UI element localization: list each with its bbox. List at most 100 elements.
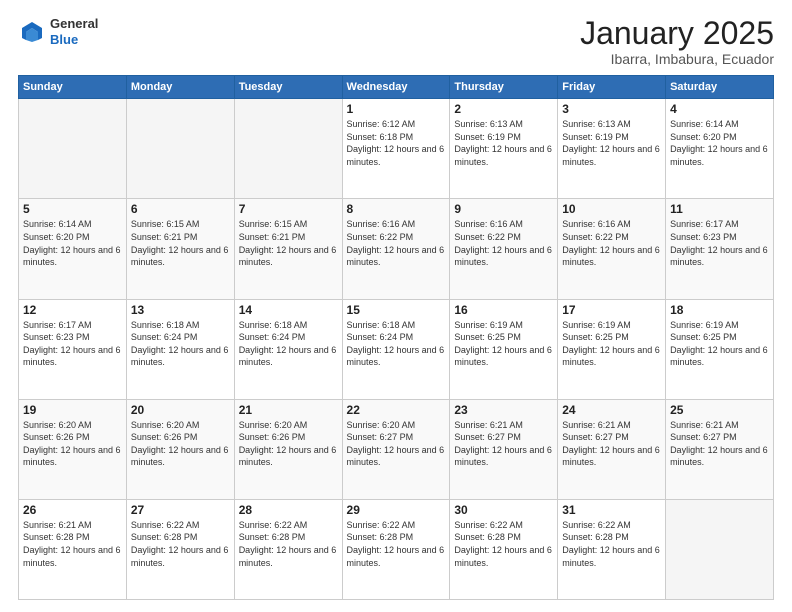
day-number: 13	[131, 303, 230, 317]
day-info: Sunrise: 6:21 AMSunset: 6:28 PMDaylight:…	[23, 519, 122, 569]
day-number: 14	[239, 303, 338, 317]
day-number: 8	[347, 202, 446, 216]
calendar-cell: 10 Sunrise: 6:16 AMSunset: 6:22 PMDayligh…	[558, 199, 666, 299]
day-info: Sunrise: 6:14 AMSunset: 6:20 PMDaylight:…	[670, 118, 769, 168]
day-info: Sunrise: 6:20 AMSunset: 6:26 PMDaylight:…	[239, 419, 338, 469]
day-number: 29	[347, 503, 446, 517]
title-block: January 2025 Ibarra, Imbabura, Ecuador	[580, 16, 774, 67]
logo-blue: Blue	[50, 32, 98, 48]
day-number: 31	[562, 503, 661, 517]
calendar-cell: 20 Sunrise: 6:20 AMSunset: 6:26 PMDayligh…	[126, 399, 234, 499]
day-info: Sunrise: 6:21 AMSunset: 6:27 PMDaylight:…	[454, 419, 553, 469]
day-info: Sunrise: 6:21 AMSunset: 6:27 PMDaylight:…	[670, 419, 769, 469]
logo-icon	[18, 18, 46, 46]
day-info: Sunrise: 6:22 AMSunset: 6:28 PMDaylight:…	[131, 519, 230, 569]
location-subtitle: Ibarra, Imbabura, Ecuador	[580, 51, 774, 67]
day-info: Sunrise: 6:22 AMSunset: 6:28 PMDaylight:…	[239, 519, 338, 569]
day-number: 17	[562, 303, 661, 317]
calendar-cell	[666, 499, 774, 599]
day-number: 19	[23, 403, 122, 417]
day-number: 21	[239, 403, 338, 417]
day-number: 5	[23, 202, 122, 216]
day-number: 2	[454, 102, 553, 116]
calendar-cell: 28Sunrise: 6:22 AMSunset: 6:28 PMDayligh…	[234, 499, 342, 599]
day-info: Sunrise: 6:16 AMSunset: 6:22 PMDaylight:…	[562, 218, 661, 268]
weekday-header-saturday: Saturday	[666, 76, 774, 99]
calendar-cell: 5Sunrise: 6:14 AMSunset: 6:20 PMDaylight…	[19, 199, 127, 299]
day-info: Sunrise: 6:18 AMSunset: 6:24 PMDaylight:…	[347, 319, 446, 369]
day-info: Sunrise: 6:17 AMSunset: 6:23 PMDaylight:…	[670, 218, 769, 268]
month-title: January 2025	[580, 16, 774, 51]
weekday-header-tuesday: Tuesday	[234, 76, 342, 99]
day-info: Sunrise: 6:16 AMSunset: 6:22 PMDaylight:…	[454, 218, 553, 268]
calendar-cell: 30Sunrise: 6:22 AMSunset: 6:28 PMDayligh…	[450, 499, 558, 599]
day-number: 12	[23, 303, 122, 317]
calendar-cell: 21 Sunrise: 6:20 AMSunset: 6:26 PMDayligh…	[234, 399, 342, 499]
calendar-cell: 9 Sunrise: 6:16 AMSunset: 6:22 PMDaylight…	[450, 199, 558, 299]
calendar-cell: 6Sunrise: 6:15 AMSunset: 6:21 PMDaylight…	[126, 199, 234, 299]
calendar-cell	[126, 99, 234, 199]
day-number: 11	[670, 202, 769, 216]
logo-general: General	[50, 16, 98, 32]
day-info: Sunrise: 6:18 AMSunset: 6:24 PMDaylight:…	[239, 319, 338, 369]
day-info: Sunrise: 6:15 AMSunset: 6:21 PMDaylight:…	[131, 218, 230, 268]
day-info: Sunrise: 6:22 AMSunset: 6:28 PMDaylight:…	[562, 519, 661, 569]
day-number: 10	[562, 202, 661, 216]
logo-text: General Blue	[50, 16, 98, 47]
day-info: Sunrise: 6:13 AMSunset: 6:19 PMDaylight:…	[454, 118, 553, 168]
day-info: Sunrise: 6:16 AMSunset: 6:22 PMDaylight:…	[347, 218, 446, 268]
day-info: Sunrise: 6:15 AMSunset: 6:21 PMDaylight:…	[239, 218, 338, 268]
calendar-cell: 22 Sunrise: 6:20 AMSunset: 6:27 PMDayligh…	[342, 399, 450, 499]
day-info: Sunrise: 6:19 AMSunset: 6:25 PMDaylight:…	[454, 319, 553, 369]
day-number: 26	[23, 503, 122, 517]
day-number: 15	[347, 303, 446, 317]
day-info: Sunrise: 6:20 AMSunset: 6:26 PMDaylight:…	[23, 419, 122, 469]
calendar-cell: 13 Sunrise: 6:18 AMSunset: 6:24 PMDayligh…	[126, 299, 234, 399]
calendar-cell	[19, 99, 127, 199]
day-info: Sunrise: 6:19 AMSunset: 6:25 PMDaylight:…	[562, 319, 661, 369]
weekday-header-sunday: Sunday	[19, 76, 127, 99]
calendar-cell: 16 Sunrise: 6:19 AMSunset: 6:25 PMDayligh…	[450, 299, 558, 399]
day-number: 20	[131, 403, 230, 417]
weekday-header-friday: Friday	[558, 76, 666, 99]
calendar-cell: 26 Sunrise: 6:21 AMSunset: 6:28 PMDayligh…	[19, 499, 127, 599]
day-info: Sunrise: 6:22 AMSunset: 6:28 PMDaylight:…	[454, 519, 553, 569]
day-info: Sunrise: 6:21 AMSunset: 6:27 PMDaylight:…	[562, 419, 661, 469]
calendar-cell: 19 Sunrise: 6:20 AMSunset: 6:26 PMDayligh…	[19, 399, 127, 499]
calendar-cell: 2 Sunrise: 6:13 AMSunset: 6:19 PMDaylight…	[450, 99, 558, 199]
day-info: Sunrise: 6:12 AMSunset: 6:18 PMDaylight:…	[347, 118, 446, 168]
day-number: 23	[454, 403, 553, 417]
day-number: 18	[670, 303, 769, 317]
calendar-cell: 15 Sunrise: 6:18 AMSunset: 6:24 PMDayligh…	[342, 299, 450, 399]
calendar-cell: 14 Sunrise: 6:18 AMSunset: 6:24 PMDayligh…	[234, 299, 342, 399]
calendar-cell	[234, 99, 342, 199]
calendar-cell: 4Sunrise: 6:14 AMSunset: 6:20 PMDaylight…	[666, 99, 774, 199]
day-info: Sunrise: 6:22 AMSunset: 6:28 PMDaylight:…	[347, 519, 446, 569]
calendar-cell: 29 Sunrise: 6:22 AMSunset: 6:28 PMDayligh…	[342, 499, 450, 599]
header: General Blue January 2025 Ibarra, Imbabu…	[18, 16, 774, 67]
calendar-cell: 18 Sunrise: 6:19 AMSunset: 6:25 PMDayligh…	[666, 299, 774, 399]
calendar-cell: 23 Sunrise: 6:21 AMSunset: 6:27 PMDayligh…	[450, 399, 558, 499]
weekday-header-thursday: Thursday	[450, 76, 558, 99]
calendar-cell: 7Sunrise: 6:15 AMSunset: 6:21 PMDaylight…	[234, 199, 342, 299]
day-number: 16	[454, 303, 553, 317]
calendar-table: SundayMondayTuesdayWednesdayThursdayFrid…	[18, 75, 774, 600]
day-number: 9	[454, 202, 553, 216]
day-info: Sunrise: 6:19 AMSunset: 6:25 PMDaylight:…	[670, 319, 769, 369]
day-number: 22	[347, 403, 446, 417]
calendar-cell: 11 Sunrise: 6:17 AMSunset: 6:23 PMDayligh…	[666, 199, 774, 299]
calendar-cell: 12Sunrise: 6:17 AMSunset: 6:23 PMDayligh…	[19, 299, 127, 399]
day-number: 24	[562, 403, 661, 417]
day-info: Sunrise: 6:18 AMSunset: 6:24 PMDaylight:…	[131, 319, 230, 369]
day-number: 27	[131, 503, 230, 517]
day-info: Sunrise: 6:20 AMSunset: 6:27 PMDaylight:…	[347, 419, 446, 469]
page: General Blue January 2025 Ibarra, Imbabu…	[0, 0, 792, 612]
day-info: Sunrise: 6:20 AMSunset: 6:26 PMDaylight:…	[131, 419, 230, 469]
day-number: 1	[347, 102, 446, 116]
day-info: Sunrise: 6:13 AMSunset: 6:19 PMDaylight:…	[562, 118, 661, 168]
weekday-header-monday: Monday	[126, 76, 234, 99]
day-number: 25	[670, 403, 769, 417]
day-number: 3	[562, 102, 661, 116]
calendar-cell: 8 Sunrise: 6:16 AMSunset: 6:22 PMDaylight…	[342, 199, 450, 299]
calendar-cell: 17 Sunrise: 6:19 AMSunset: 6:25 PMDayligh…	[558, 299, 666, 399]
